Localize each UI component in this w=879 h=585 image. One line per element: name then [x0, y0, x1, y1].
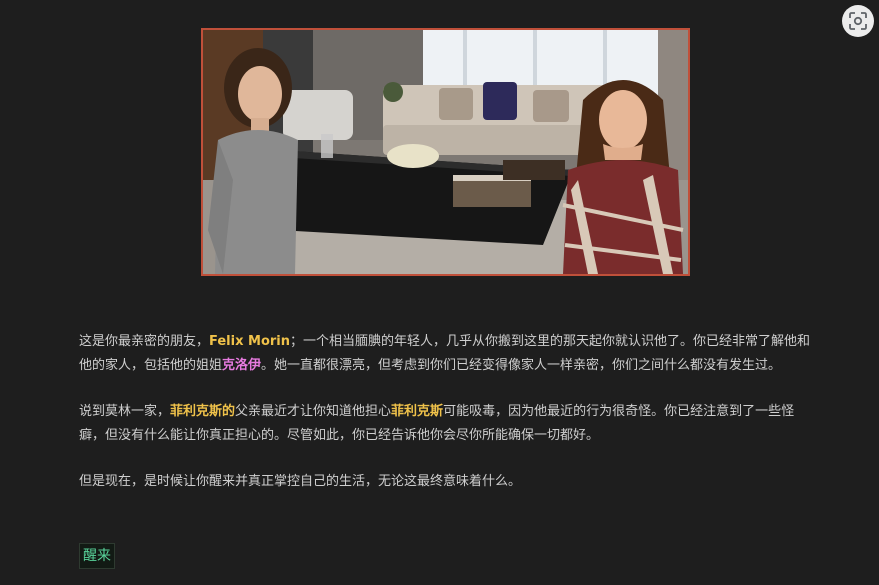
glass-vase	[321, 134, 333, 158]
cushion-navy	[483, 82, 517, 120]
flower-bouquet	[387, 144, 439, 168]
character-name-felix-possessive: 菲利克斯的	[170, 404, 236, 419]
text-segment: 这是你最亲密的朋友，	[79, 334, 210, 349]
living-room-illustration	[203, 30, 688, 274]
character-name-chloe: 克洛伊	[222, 358, 262, 373]
character-name-felix: 菲利克斯	[391, 404, 444, 419]
text-segment: 父亲最近才让你知道他担心	[235, 404, 392, 419]
wake-up-link[interactable]: 醒来	[79, 543, 115, 569]
character-name-felix: Felix Morin	[209, 334, 290, 349]
text-segment: 。她一直都很漂亮，但考虑到你们已经变得像家人一样亲密，你们之间什么都没有发生过。	[261, 358, 782, 373]
text-segment: 说到莫林一家，	[79, 404, 171, 419]
armchair	[283, 90, 353, 140]
story-paragraph-1: 这是你最亲密的朋友，Felix Morin；一个相当腼腆的年轻人，几乎从你搬到这…	[79, 330, 819, 378]
story-paragraph-2: 说到莫林一家，菲利克斯的父亲最近才让你知道他担心菲利克斯可能吸毒，因为他最近的行…	[79, 400, 819, 448]
story-paragraph-3: 但是现在，是时候让你醒来并真正掌控自己的生活，无论这最终意味着什么。	[79, 474, 522, 489]
stacked-books	[503, 160, 565, 180]
plant	[383, 82, 403, 102]
lens-search-icon	[849, 12, 867, 30]
scene-image	[201, 28, 690, 276]
story-text: 这是你最亲密的朋友，Felix Morin；一个相当腼腆的年轻人，几乎从你搬到这…	[79, 330, 819, 516]
lens-search-button[interactable]	[842, 5, 874, 37]
game-page: 这是你最亲密的朋友，Felix Morin；一个相当腼腆的年轻人，几乎从你搬到这…	[0, 0, 879, 585]
